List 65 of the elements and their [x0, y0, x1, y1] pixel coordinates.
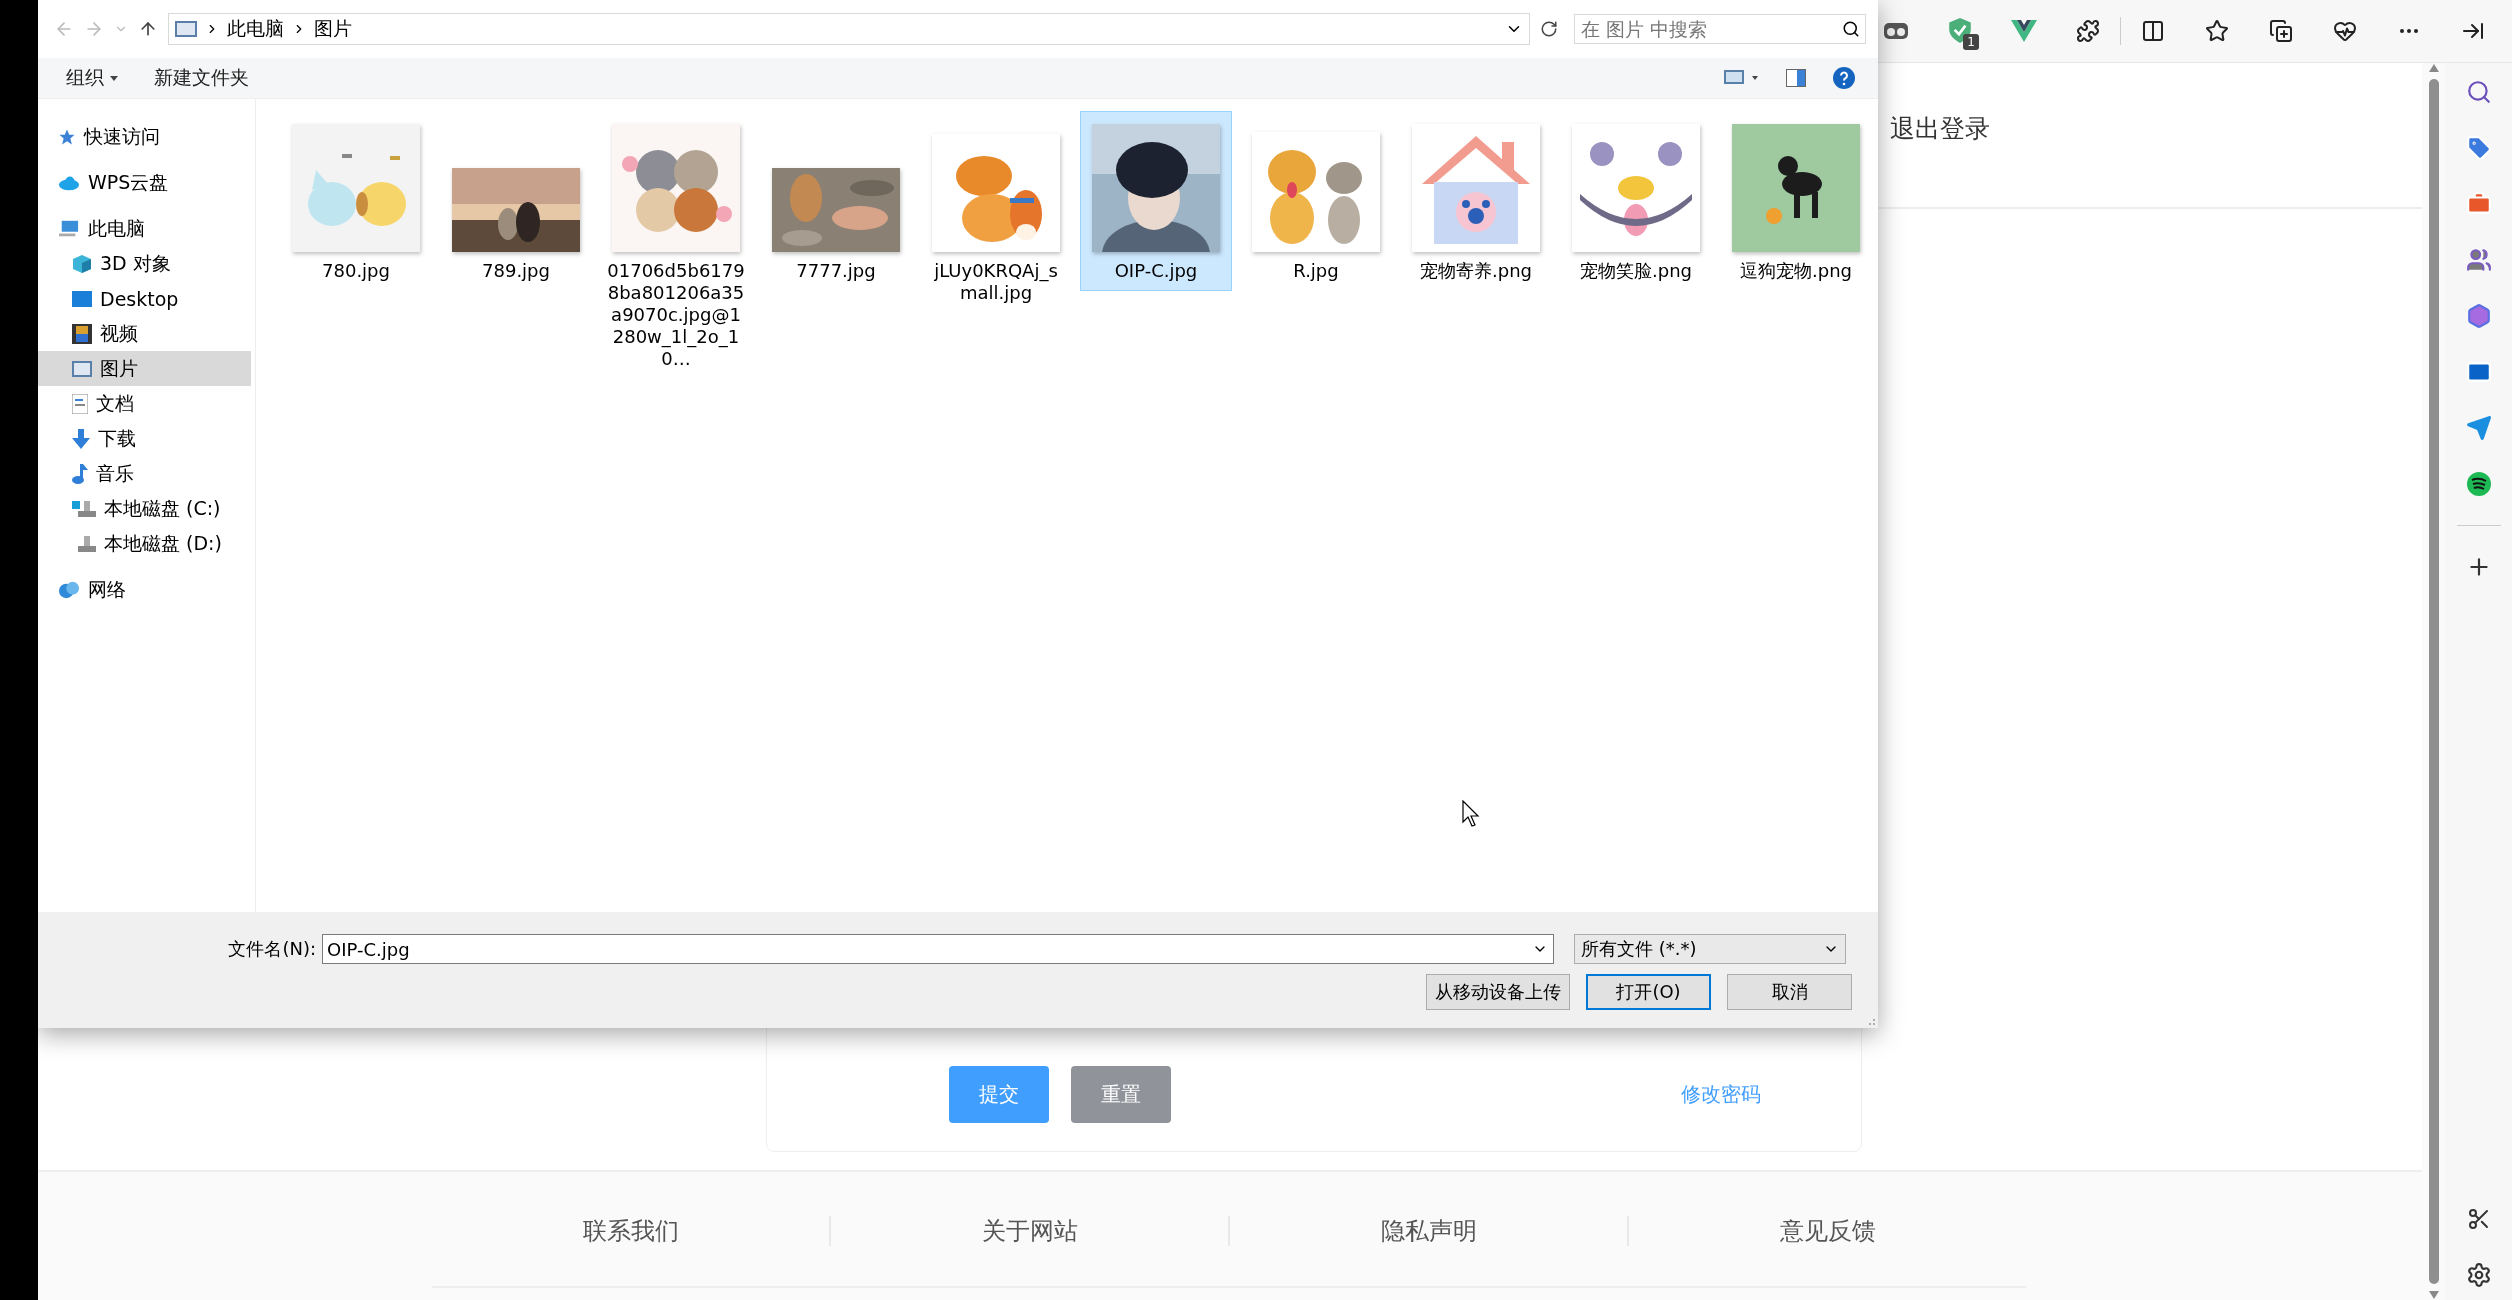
pointer-icon	[1462, 800, 1482, 828]
nav-item[interactable]: 视频	[38, 316, 251, 351]
drive-icon	[72, 498, 96, 519]
scrollbar-thumb[interactable]	[2428, 79, 2439, 1284]
file-item[interactable]: R.jpg	[1240, 111, 1392, 291]
preview-pane-icon	[1786, 69, 1806, 87]
monitor-icon	[72, 290, 92, 307]
nav-item[interactable]: 下载	[38, 421, 251, 456]
new-folder-button[interactable]: 新建文件夹	[154, 65, 249, 91]
scroll-down-icon[interactable]	[2427, 1290, 2440, 1300]
file-item[interactable]: OIP-C.jpg	[1080, 111, 1232, 291]
logout-link[interactable]: 退出登录	[1890, 112, 1990, 145]
image-icon	[175, 21, 197, 37]
cube-icon	[72, 253, 92, 274]
computer-icon	[58, 218, 80, 239]
cloud-icon	[58, 174, 80, 191]
nav-item[interactable]: 本地磁盘 (D:)	[38, 526, 251, 561]
nav-item[interactable]: 3D 对象	[38, 246, 251, 281]
document-icon	[72, 393, 88, 414]
down-arrow-icon	[72, 428, 90, 449]
footer-link[interactable]: 意见反馈	[1779, 1216, 1876, 1246]
search-icon[interactable]	[1842, 20, 1860, 38]
nav-item[interactable]: 此电脑	[38, 211, 251, 246]
film-icon	[72, 323, 92, 344]
breadcrumb[interactable]: 图片	[314, 16, 352, 42]
collections-icon[interactable]	[2267, 17, 2295, 45]
nav-item[interactable]: 文档	[38, 386, 251, 421]
resize-grip-icon[interactable]	[1866, 1016, 1876, 1026]
footer-link[interactable]: 联系我们	[582, 1216, 679, 1246]
nav-item[interactable]: 快速访问	[38, 119, 251, 154]
file-item[interactable]: 780.jpg	[280, 111, 432, 291]
view-icon	[1724, 70, 1760, 86]
file-item[interactable]: 逗狗宠物.png	[1720, 111, 1872, 291]
nav-item[interactable]: 音乐	[38, 456, 251, 491]
help-icon	[1832, 66, 1856, 90]
refresh-icon[interactable]	[1540, 20, 1558, 38]
nav-item[interactable]: Desktop	[38, 281, 251, 316]
puzzle-icon[interactable]	[2074, 17, 2102, 45]
nav-item[interactable]: 网络	[38, 572, 251, 607]
count-badge: 1	[1963, 34, 1979, 50]
file-item[interactable]: 01706d5b61798ba801206a35a9070c.jpg@1280w_1l_2o_10…	[600, 111, 752, 379]
dialog-button[interactable]: 打开(O)	[1586, 974, 1711, 1010]
dialog-button[interactable]: 取消	[1727, 974, 1852, 1010]
file-item[interactable]: 789.jpg	[440, 111, 592, 291]
caret-icon	[110, 75, 118, 81]
file-item[interactable]: 7777.jpg	[760, 111, 912, 291]
file-item[interactable]: 宠物寄养.png	[1400, 111, 1552, 291]
file-type-dropdown[interactable]: 所有文件 (*.*)	[1574, 934, 1846, 964]
file-item[interactable]: jLUy0KRQAj_small.jpg	[920, 111, 1072, 313]
image-icon	[72, 360, 92, 377]
music-note-icon	[72, 463, 88, 484]
file-name-label: 文件名(N):	[227, 937, 317, 961]
breadcrumb[interactable]: 此电脑	[227, 16, 284, 42]
dialog-button[interactable]: 从移动设备上传	[1426, 974, 1570, 1010]
file-name-field[interactable]: OIP-C.jpg	[322, 934, 1554, 964]
nav-item[interactable]: 本地磁盘 (C:)	[38, 491, 251, 526]
network-icon	[58, 579, 80, 600]
search-field[interactable]: 在 图片 中搜索	[1574, 14, 1866, 44]
nav-item[interactable]: WPS云盘	[38, 165, 251, 200]
organize-button[interactable]: 组织	[66, 65, 118, 91]
nav-item[interactable]: 图片	[38, 351, 251, 386]
address-bar[interactable]: 此电脑 图片	[168, 13, 1530, 45]
file-item[interactable]: 宠物笑脸.png	[1560, 111, 1712, 291]
footer-link[interactable]: 关于网站	[981, 1216, 1078, 1246]
footer-link[interactable]: 隐私声明	[1380, 1216, 1477, 1246]
